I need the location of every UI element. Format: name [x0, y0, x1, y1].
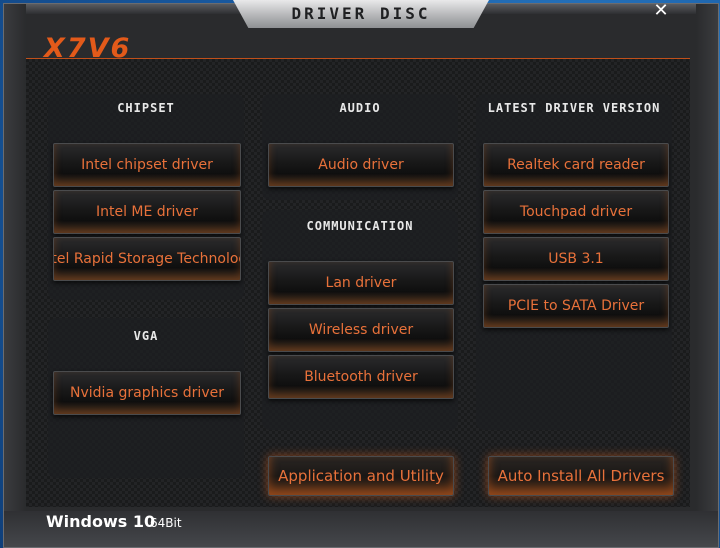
model-logo: X7V6 — [44, 33, 132, 64]
window-title: DRIVER DISC — [291, 4, 431, 23]
nvidia-graphics-driver-button[interactable]: Nvidia graphics driver — [53, 371, 241, 415]
os-bits-label: 64Bit — [150, 516, 182, 530]
audio-title: AUDIO — [339, 101, 381, 115]
window-frame-left — [4, 4, 26, 547]
chipset-title: CHIPSET — [117, 101, 175, 115]
close-icon[interactable]: ✕ — [650, 0, 672, 22]
intel-chipset-driver-button[interactable]: Intel chipset driver — [53, 143, 241, 187]
os-label: Windows 10 — [46, 512, 156, 531]
vga-title: VGA — [133, 329, 159, 343]
auto-install-all-drivers-button[interactable]: Auto Install All Drivers — [488, 456, 674, 496]
latest-driver-title: LATEST DRIVER VERSION — [487, 101, 661, 115]
intel-rapid-storage-button[interactable]: Intel Rapid Storage Technology — [53, 237, 241, 281]
communication-title: COMMUNICATION — [306, 219, 414, 233]
window-frame-right — [696, 4, 718, 547]
pcie-to-sata-driver-button[interactable]: PCIE to SATA Driver — [483, 284, 669, 328]
intel-me-driver-button[interactable]: Intel ME driver — [53, 190, 241, 234]
realtek-card-reader-button[interactable]: Realtek card reader — [483, 143, 669, 187]
usb-3-1-button[interactable]: USB 3.1 — [483, 237, 669, 281]
touchpad-driver-button[interactable]: Touchpad driver — [483, 190, 669, 234]
lan-driver-button[interactable]: Lan driver — [268, 261, 454, 305]
application-and-utility-button[interactable]: Application and Utility — [268, 456, 454, 496]
bluetooth-driver-button[interactable]: Bluetooth driver — [268, 355, 454, 399]
wireless-driver-button[interactable]: Wireless driver — [268, 308, 454, 352]
audio-driver-button[interactable]: Audio driver — [268, 143, 454, 187]
